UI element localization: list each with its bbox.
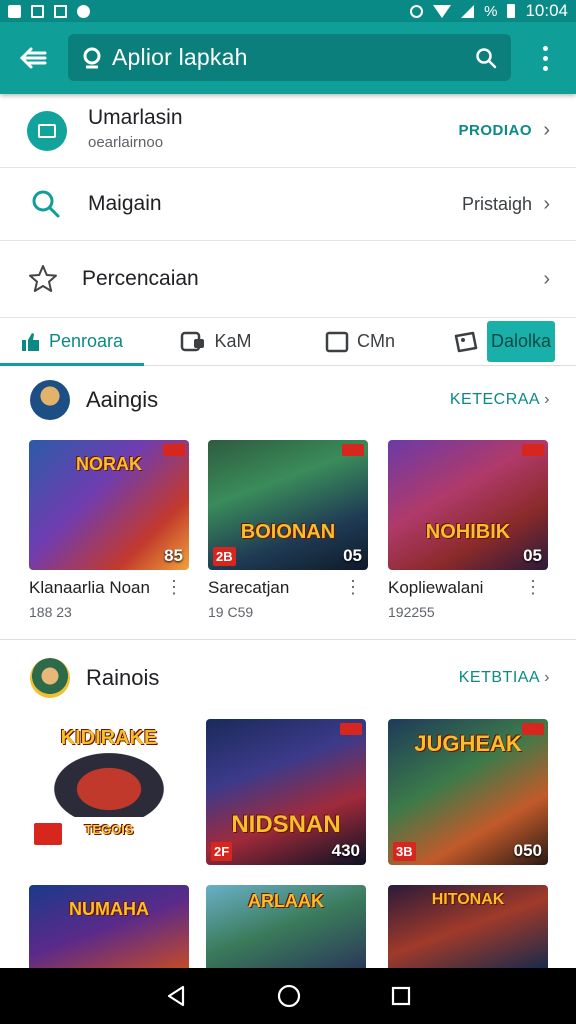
tab-kam[interactable]: KaM: [144, 318, 288, 365]
tab-label: Dalolka: [486, 321, 556, 362]
location-icon: [83, 47, 101, 68]
game-card[interactable]: NOHIBIK 05 Kopliewalani 192255 ⋮: [388, 440, 548, 620]
game-thumbnail: JUGHEAK 3B 050: [388, 719, 548, 865]
game-thumbnail: HITONAK: [388, 885, 548, 968]
game-thumbnail: NORAK 85: [29, 440, 189, 570]
row-title: Maigain: [88, 192, 162, 215]
nav-recents-icon[interactable]: [390, 985, 412, 1007]
star-icon: [29, 265, 57, 292]
settings-row-3[interactable]: Percencaian ›: [0, 241, 576, 318]
arrow-back-icon: [19, 47, 47, 69]
row-action[interactable]: PRODIAO: [458, 122, 532, 139]
section-more-link[interactable]: KETBTIAA ›: [459, 669, 550, 687]
tab-label: Penroara: [48, 331, 124, 351]
card-subtitle: 188 23: [29, 604, 72, 620]
row-value[interactable]: Pristaigh: [462, 194, 532, 215]
tab-dalolka[interactable]: Dalolka: [432, 318, 576, 365]
settings-row-1[interactable]: Umarlasin oearlairnoo PRODIAO ›: [0, 94, 576, 168]
section-title: Rainois: [86, 665, 160, 690]
row-title: Umarlasin: [88, 106, 183, 129]
game-thumbnail: NOHIBIK 05: [388, 440, 548, 570]
card-more-icon[interactable]: ⋮: [165, 578, 183, 596]
section-header-2: Rainois KETBTIAA ›: [0, 652, 576, 704]
section-more-link[interactable]: KETECRAA ›: [450, 391, 550, 409]
game-thumbnail: KIDIRAKE TEGOIS: [29, 719, 189, 849]
dot-icon: [77, 4, 90, 18]
game-card[interactable]: HITONAK: [388, 885, 548, 968]
card-subtitle: 19 C59: [208, 604, 254, 620]
avatar: [30, 380, 70, 420]
chevron-right-icon: ›: [543, 192, 550, 215]
card-more-icon[interactable]: ⋮: [344, 578, 362, 596]
game-card[interactable]: JUGHEAK 3B 050: [388, 719, 548, 865]
game-card[interactable]: KIDIRAKE TEGOIS: [29, 719, 189, 849]
search-icon[interactable]: [475, 47, 497, 69]
back-button[interactable]: [14, 40, 52, 76]
row-subtitle: oearlairnoo: [88, 134, 164, 151]
tab-cmn[interactable]: CMn: [288, 318, 432, 365]
thumbs-up-icon: [21, 332, 39, 351]
image-icon: [454, 331, 478, 352]
battery-icon: [507, 4, 516, 18]
wifi-icon: [433, 4, 452, 18]
game-card[interactable]: ARLAAK: [206, 885, 366, 968]
tab-bar: Penroara KaM CMn Dalolka: [0, 318, 576, 366]
game-card[interactable]: NUMAHA: [29, 885, 189, 968]
nav-back-icon[interactable]: [164, 984, 188, 1008]
tab-label: CMn: [356, 331, 395, 351]
mail-icon: [31, 4, 44, 18]
game-card[interactable]: NIDSNAN 2F 430: [206, 719, 366, 865]
settings-row-2[interactable]: Maigain Pristaigh ›: [0, 168, 576, 241]
tablet-icon: [181, 331, 205, 351]
alarm-icon: [410, 4, 424, 18]
tab-penroara[interactable]: Penroara: [0, 318, 144, 366]
game-thumbnail: NUMAHA: [29, 885, 189, 968]
screen-icon: [27, 110, 67, 151]
game-card[interactable]: NORAK 85 Klanaarlia Noan 188 23 ⋮: [29, 440, 189, 620]
signal-icon: [461, 4, 475, 18]
status-bar: % 10:04: [0, 0, 576, 22]
chevron-right-icon: ›: [544, 391, 550, 408]
section-divider: [0, 639, 576, 640]
system-nav-bar: [0, 968, 576, 1024]
nav-home-icon[interactable]: [276, 983, 302, 1009]
row-title: Percencaian: [82, 267, 199, 290]
card-subtitle: 192255: [388, 604, 435, 620]
app-notification-icon: [8, 4, 21, 18]
more-menu-button[interactable]: [532, 42, 558, 74]
chevron-right-icon: ›: [543, 267, 550, 290]
search-field[interactable]: Aplior lapkah: [68, 34, 511, 81]
game-thumbnail: ARLAAK: [206, 885, 366, 968]
chevron-right-icon: ›: [543, 119, 550, 141]
section-title: Aaingis: [86, 387, 159, 412]
section-header-1: Aaingis KETECRAA ›: [0, 374, 576, 426]
avatar: [30, 658, 70, 698]
game-thumbnail: NIDSNAN 2F 430: [206, 719, 366, 865]
search-text: Aplior lapkah: [112, 44, 248, 70]
battery-label: %: [484, 2, 498, 20]
game-thumbnail: BOIONAN 2B 05: [208, 440, 368, 570]
app-bar: Aplior lapkah: [0, 22, 576, 94]
image-notification-icon: [54, 4, 67, 18]
chevron-right-icon: ›: [544, 669, 550, 686]
search-icon: [32, 190, 60, 218]
tab-label: KaM: [214, 331, 252, 351]
clock: 10:04: [525, 1, 568, 20]
game-card[interactable]: BOIONAN 2B 05 Sarecatjan 19 C59 ⋮: [208, 440, 368, 620]
card-more-icon[interactable]: ⋮: [524, 578, 542, 596]
square-icon: [325, 331, 349, 352]
